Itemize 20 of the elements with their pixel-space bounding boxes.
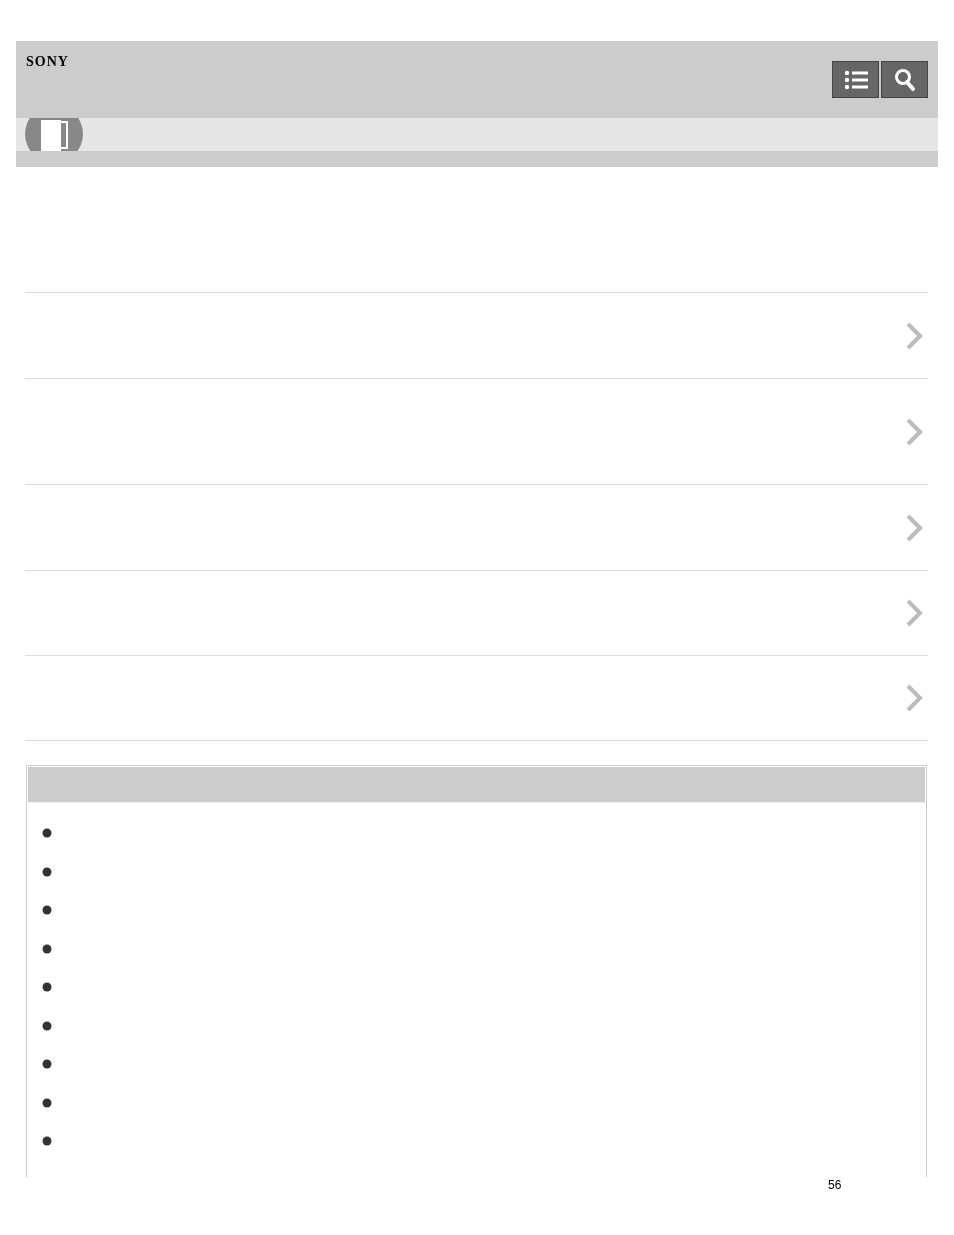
bullet-icon — [42, 1097, 52, 1108]
chevron-right-icon[interactable] — [905, 683, 923, 713]
bullet-icon — [42, 1136, 52, 1146]
menu-icon — [843, 69, 868, 90]
chevron-right-icon[interactable] — [905, 320, 923, 351]
bullet-icon — [42, 943, 52, 954]
bullet-icon — [42, 982, 52, 992]
bullet-icon — [42, 828, 52, 838]
brand-logo: SONY — [26, 55, 69, 69]
menu-button[interactable] — [832, 61, 879, 98]
chevron-right-icon[interactable] — [905, 598, 923, 628]
search-icon — [893, 67, 916, 92]
chevron-right-icon[interactable] — [905, 416, 923, 447]
bullet-icon — [42, 1059, 52, 1069]
bullet-icon — [42, 866, 52, 877]
bullet-icon — [42, 905, 52, 915]
search-button[interactable] — [881, 61, 928, 98]
page-number: 56 — [828, 1178, 842, 1192]
bullet-icon — [42, 1020, 52, 1031]
chevron-right-icon[interactable] — [905, 512, 923, 543]
